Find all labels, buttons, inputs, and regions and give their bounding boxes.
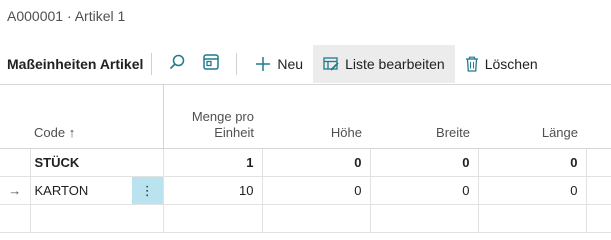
height-cell[interactable]: 0 [262, 176, 371, 205]
table-row[interactable]: STÜCK 1 0 0 0 [0, 148, 611, 177]
qty-cell[interactable]: 10 [163, 176, 263, 205]
section-title: Maßeinheiten Artikel [7, 56, 144, 72]
row-menu-icon[interactable]: ⋮ [132, 176, 164, 205]
new-row-placeholder[interactable] [0, 204, 611, 233]
column-header-code[interactable]: Code ↑ [30, 85, 132, 149]
edit-list-button-label: Liste bearbeiten [345, 56, 445, 72]
toolbar-divider [151, 53, 153, 75]
column-header-length[interactable]: Länge [478, 85, 586, 149]
toolbar-divider [236, 53, 238, 75]
height-cell[interactable]: 0 [262, 148, 371, 177]
search-button[interactable] [160, 45, 194, 83]
table-row[interactable]: → KARTON ⋮ 10 0 0 0 [0, 176, 611, 205]
qty-cell[interactable]: 1 [163, 148, 263, 177]
trash-icon [465, 56, 479, 72]
column-header-qty-per-unit[interactable]: Menge pro Einheit [163, 85, 262, 149]
plus-icon [255, 56, 271, 72]
width-cell[interactable]: 0 [370, 148, 479, 177]
width-cell[interactable]: 0 [370, 176, 479, 205]
search-icon [168, 53, 186, 76]
new-button-label: Neu [277, 56, 304, 72]
code-cell[interactable]: KARTON [30, 176, 132, 205]
indicator-header [0, 85, 30, 149]
row-indicator-arrow-icon: → [0, 176, 31, 205]
menu-header [132, 85, 164, 149]
filter-pane-button[interactable] [194, 45, 228, 83]
row-filler [586, 148, 611, 177]
filter-pane-icon [202, 53, 220, 76]
delete-button-label: Löschen [484, 56, 538, 72]
page-title: A000001 · Artikel 1 [7, 8, 126, 24]
column-header-width[interactable]: Breite [370, 85, 478, 149]
code-cell[interactable]: STÜCK [30, 148, 132, 177]
units-of-measure-grid: Code ↑ Menge pro Einheit Höhe Breite Läng… [0, 84, 611, 233]
new-button[interactable]: Neu [245, 45, 313, 83]
row-filler [586, 176, 611, 205]
row-menu-cell[interactable] [132, 148, 164, 177]
row-indicator [0, 148, 31, 177]
delete-button[interactable]: Löschen [455, 45, 548, 83]
length-cell[interactable]: 0 [478, 148, 587, 177]
length-cell[interactable]: 0 [478, 176, 587, 205]
header-filler [586, 85, 611, 149]
action-toolbar: Maßeinheiten Artikel Neu Liste bearbeite… [0, 45, 611, 83]
edit-list-button[interactable]: Liste bearbeiten [313, 45, 455, 83]
edit-list-icon [323, 56, 339, 72]
column-header-height[interactable]: Höhe [262, 85, 370, 149]
